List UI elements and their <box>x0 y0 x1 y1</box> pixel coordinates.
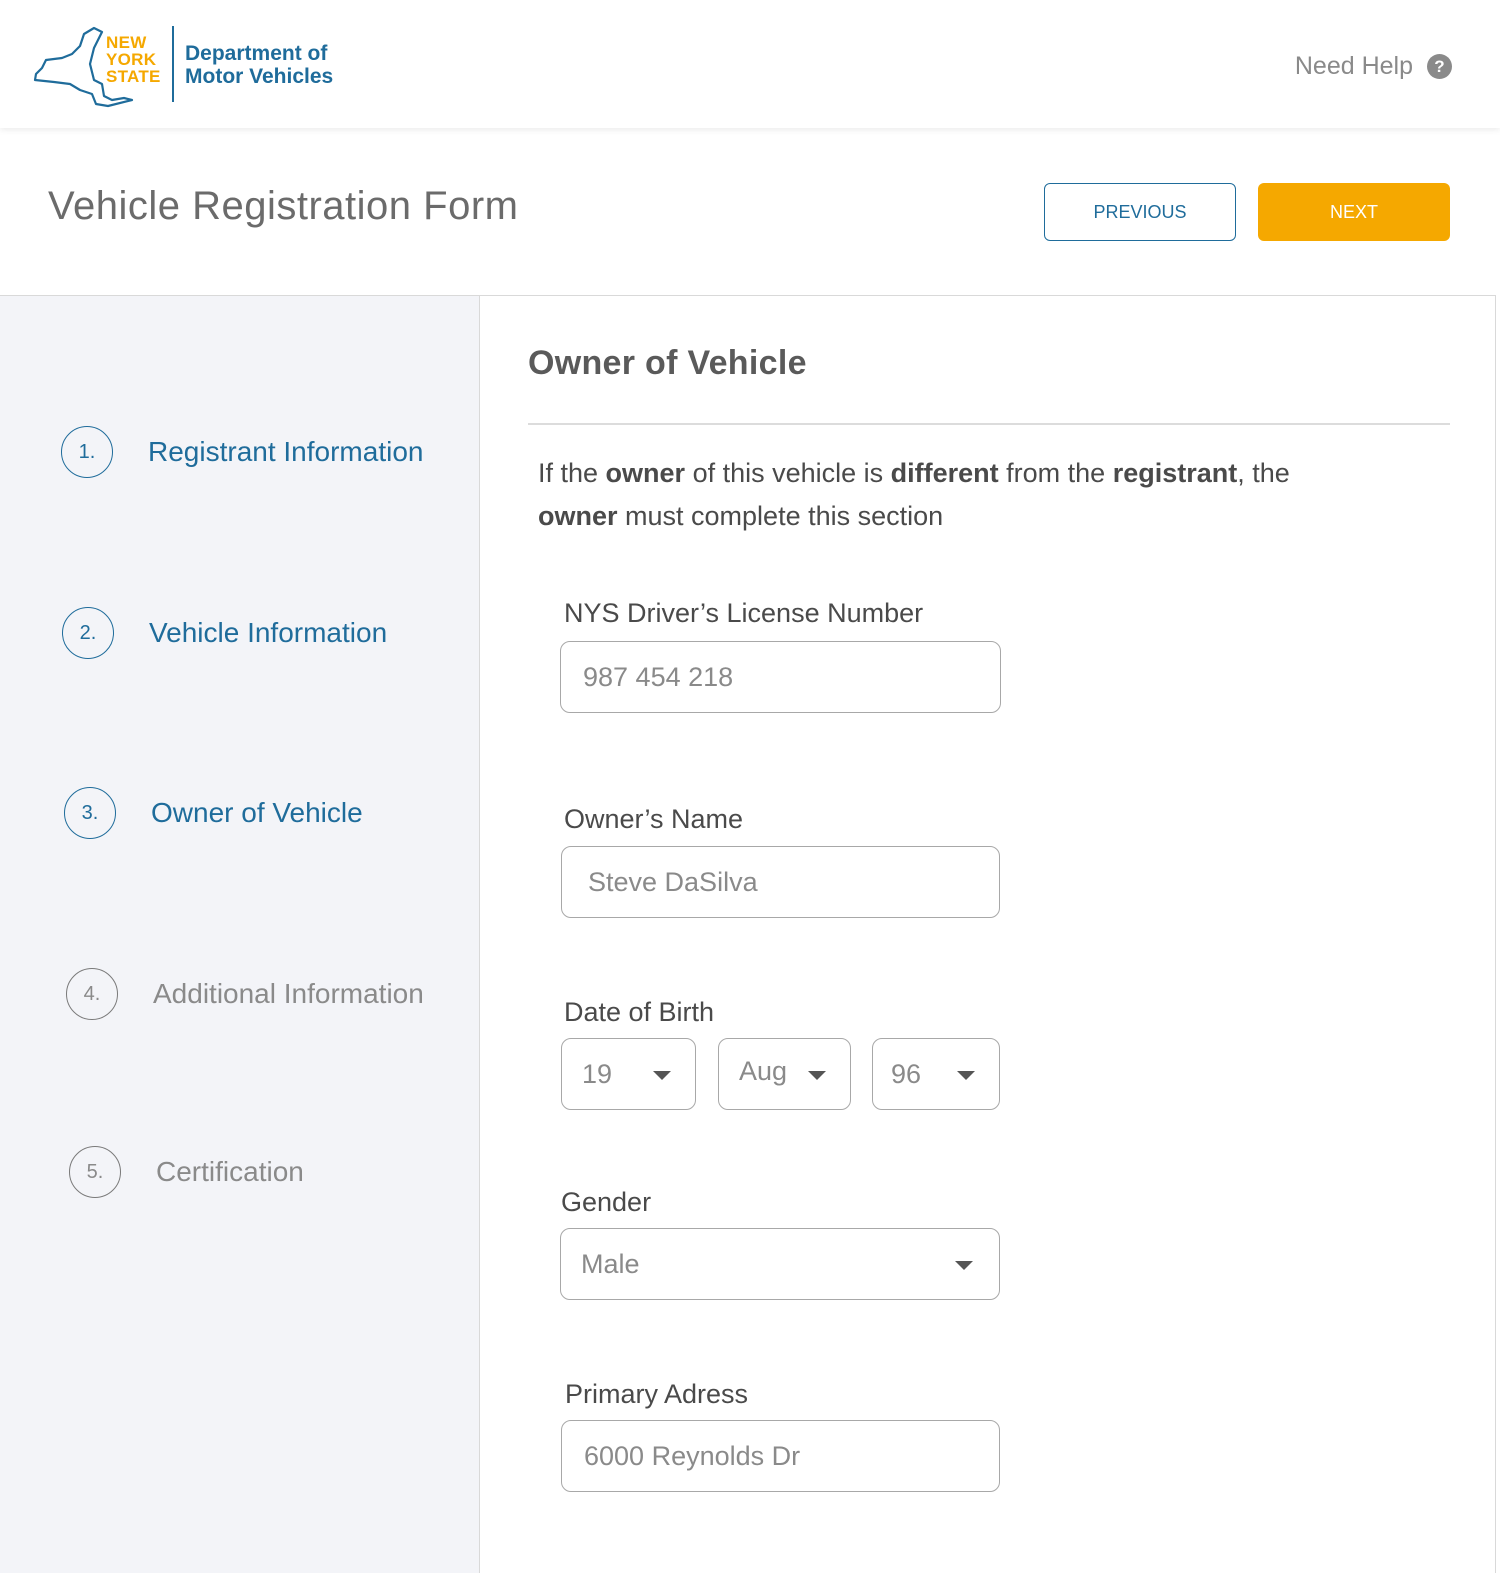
step-number-circle: 3. <box>64 787 116 839</box>
step-number-circle: 2. <box>62 607 114 659</box>
need-help-link[interactable]: Need Help ? <box>1295 52 1452 81</box>
license-number-input[interactable]: 987 454 218 <box>560 641 1001 713</box>
gender-value: Male <box>581 1248 640 1279</box>
need-help-label[interactable]: Need Help <box>1295 52 1413 81</box>
primary-address-label: Primary Adress <box>565 1379 749 1409</box>
dob-year-value: 96 <box>891 1058 922 1089</box>
section-instructions: If the owner of this vehicle is differen… <box>538 458 1290 531</box>
logo-department-text: Department of Motor Vehicles <box>185 42 334 88</box>
chevron-down-icon <box>653 1071 671 1080</box>
logo-divider <box>172 26 174 102</box>
gender-label: Gender <box>561 1187 652 1217</box>
next-button[interactable]: NEXT <box>1258 183 1450 241</box>
step-number-circle: 4. <box>66 968 118 1020</box>
gender-select[interactable]: Male <box>560 1228 1000 1300</box>
page-title: Vehicle Registration Form <box>48 184 519 228</box>
steps-sidebar: 1. Registrant Information 2. Vehicle Inf… <box>0 296 480 1573</box>
site-header: NEW YORK STATE Department of Motor Vehic… <box>0 0 1500 128</box>
step-number-circle: 5. <box>69 1146 121 1198</box>
step-label[interactable]: Registrant Information <box>148 436 423 468</box>
chevron-down-icon <box>808 1071 826 1080</box>
form-content: Owner of Vehicle If the owner of this ve… <box>480 296 1494 1573</box>
step-label[interactable]: Additional Information <box>153 978 424 1010</box>
step-number-circle: 1. <box>61 426 113 478</box>
date-of-birth-label: Date of Birth <box>564 997 715 1027</box>
logo-state-text: NEW YORK STATE <box>106 33 161 86</box>
step-label[interactable]: Certification <box>156 1156 304 1188</box>
dob-month-value: Aug <box>739 1055 788 1086</box>
step-vehicle-information[interactable]: 2. Vehicle Information <box>62 607 387 659</box>
step-registrant-information[interactable]: 1. Registrant Information <box>61 426 423 478</box>
dob-day-value: 19 <box>582 1058 613 1089</box>
form-container: 1. Registrant Information 2. Vehicle Inf… <box>0 295 1496 1573</box>
dob-day-select[interactable]: 19 <box>561 1038 696 1110</box>
step-owner-of-vehicle[interactable]: 3. Owner of Vehicle <box>64 787 363 839</box>
step-certification[interactable]: 5. Certification <box>69 1146 304 1198</box>
section-title: Owner of Vehicle <box>528 344 807 382</box>
previous-button[interactable]: PREVIOUS <box>1044 183 1236 241</box>
owner-name-label: Owner’s Name <box>564 804 744 834</box>
license-number-label: NYS Driver’s License Number <box>564 598 924 628</box>
step-additional-information[interactable]: 4. Additional Information <box>66 968 424 1020</box>
chevron-down-icon <box>955 1261 973 1270</box>
step-label[interactable]: Owner of Vehicle <box>151 797 363 829</box>
nys-dmv-logo[interactable]: NEW YORK STATE Department of Motor Vehic… <box>32 24 352 108</box>
owner-name-input[interactable]: Steve DaSilva <box>561 846 1000 918</box>
chevron-down-icon <box>957 1071 975 1080</box>
primary-address-input[interactable]: 6000 Reynolds Dr <box>561 1420 1000 1492</box>
help-question-icon[interactable]: ? <box>1427 54 1452 79</box>
dob-month-select[interactable]: Aug <box>718 1038 851 1110</box>
step-label[interactable]: Vehicle Information <box>149 617 387 649</box>
dob-year-select[interactable]: 96 <box>872 1038 1000 1110</box>
section-divider <box>528 423 1450 425</box>
